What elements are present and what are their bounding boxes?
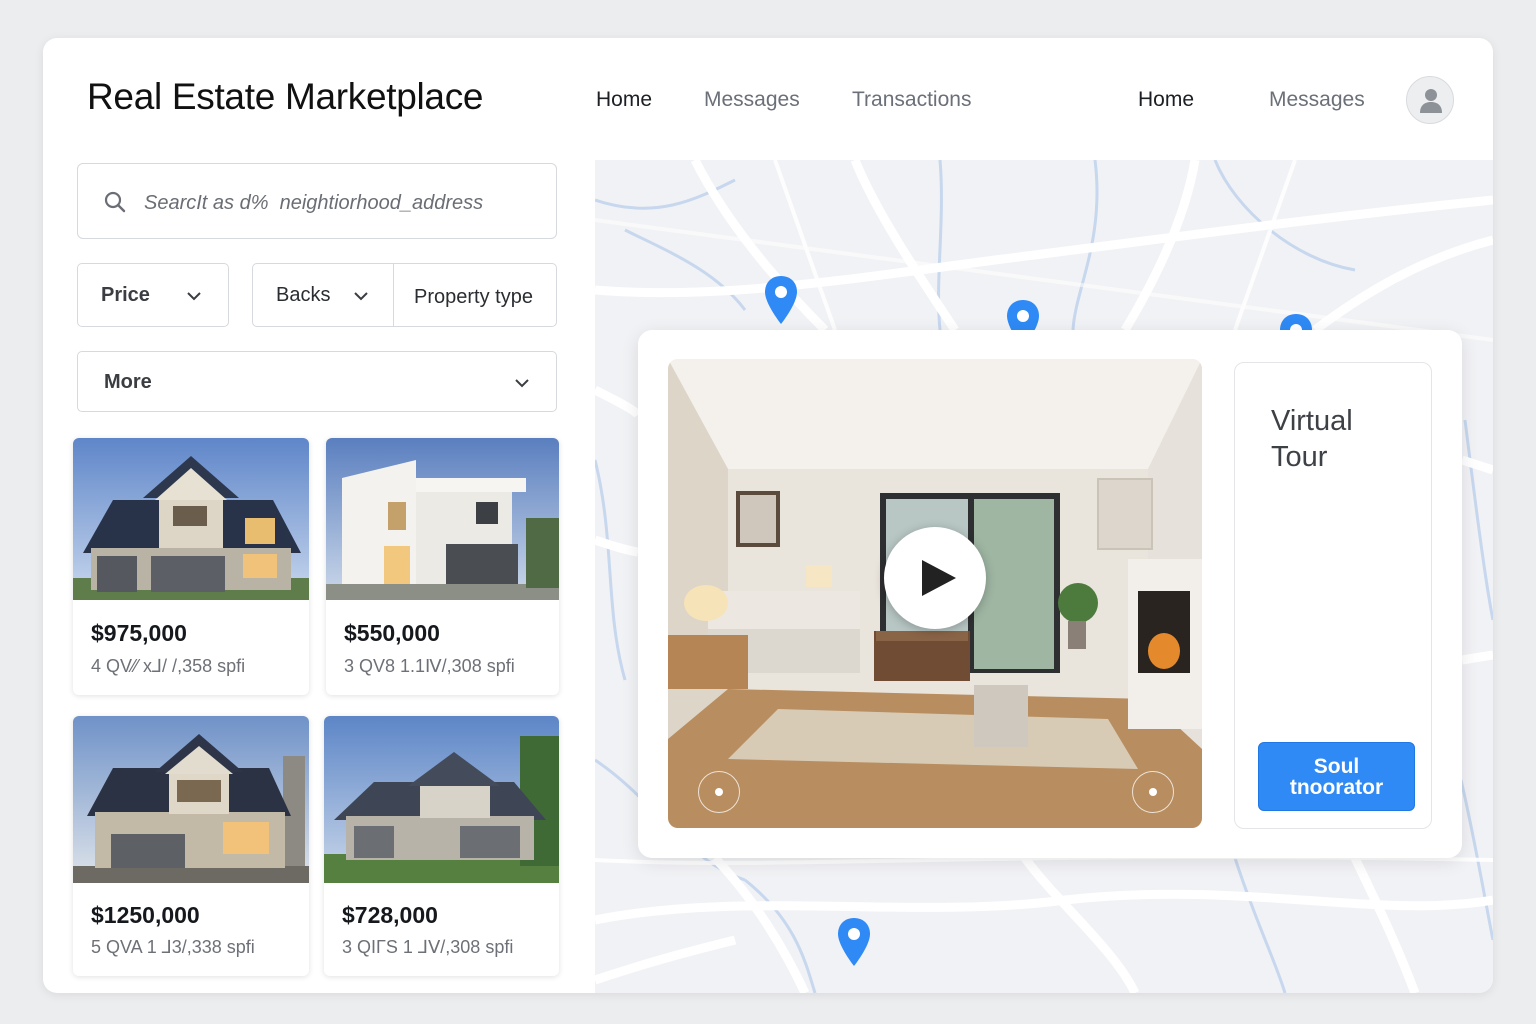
map-pin-icon[interactable] [836,916,872,968]
more-filter[interactable]: More [77,351,557,412]
price-filter[interactable]: Price [77,263,229,327]
tour-title: Virtual Tour [1271,405,1353,473]
more-filter-label: More [104,371,152,393]
app-window: Real Estate Marketplace Home Messages Tr… [43,38,1493,993]
tour-action-button[interactable]: Soul tnoorator [1258,742,1415,811]
nav-home[interactable]: Home [596,88,652,112]
nav-messages-secondary[interactable]: Messages [1269,88,1365,112]
house-photo [324,716,559,883]
tour-sidebar: Virtual Tour Soul tnoorator [1234,362,1432,829]
map-pin-icon[interactable] [763,274,799,326]
listing-details: 3 QV8 1.1Ⅳ/,308 spfi [344,656,515,676]
listing-card[interactable]: $728,000 3 QΙΓS 1 ⅃Ⅴ/,308 spfi [324,716,559,976]
virtual-tour-panel: Virtual Tour Soul tnoorator [638,330,1462,858]
listing-card[interactable]: $975,000 4 QV⁄⁄ x⅃/ /,358 spfi [73,438,309,695]
chevron-down-icon [354,292,368,301]
backs-filter[interactable]: Backs [252,263,394,327]
listing-price: $975,000 [91,620,187,646]
listing-details: 3 QΙΓS 1 ⅃Ⅴ/,308 spfi [342,937,514,957]
listing-details: 5 QVA 1 ⅃3/,338 spfi [91,937,255,957]
tour-prev-button[interactable] [698,771,740,813]
chevron-down-icon [515,379,529,388]
user-icon [1420,89,1442,113]
house-photo [73,716,309,883]
search-box [77,163,557,239]
tour-next-button[interactable] [1132,771,1174,813]
nav-home-secondary[interactable]: Home [1138,88,1194,112]
listing-card[interactable]: $1250,000 5 QVA 1 ⅃3/,338 spfi [73,716,309,976]
play-icon [922,560,956,596]
backs-filter-label: Backs [276,284,331,306]
search-input[interactable] [142,182,546,224]
price-filter-label: Price [101,284,150,306]
listing-price: $728,000 [342,902,438,928]
chevron-down-icon [187,292,201,301]
listing-price: $550,000 [344,620,440,646]
house-photo [73,438,309,600]
nav-messages[interactable]: Messages [704,88,800,112]
avatar[interactable] [1406,76,1454,124]
play-button[interactable] [884,527,986,629]
house-photo [326,438,559,600]
listing-price: $1250,000 [91,902,200,928]
listing-card[interactable]: $550,000 3 QV8 1.1Ⅳ/,308 spfi [326,438,559,695]
property-type-filter[interactable]: Property type [393,263,557,327]
page-title: Real Estate Marketplace [87,76,484,117]
search-icon [104,191,126,213]
nav-transactions[interactable]: Transactions [852,88,971,112]
map-view[interactable]: Virtual Tour Soul tnoorator [595,160,1493,993]
tour-video[interactable] [668,359,1202,828]
listing-details: 4 QV⁄⁄ x⅃/ /,358 spfi [91,656,246,676]
property-type-label: Property type [414,286,533,308]
